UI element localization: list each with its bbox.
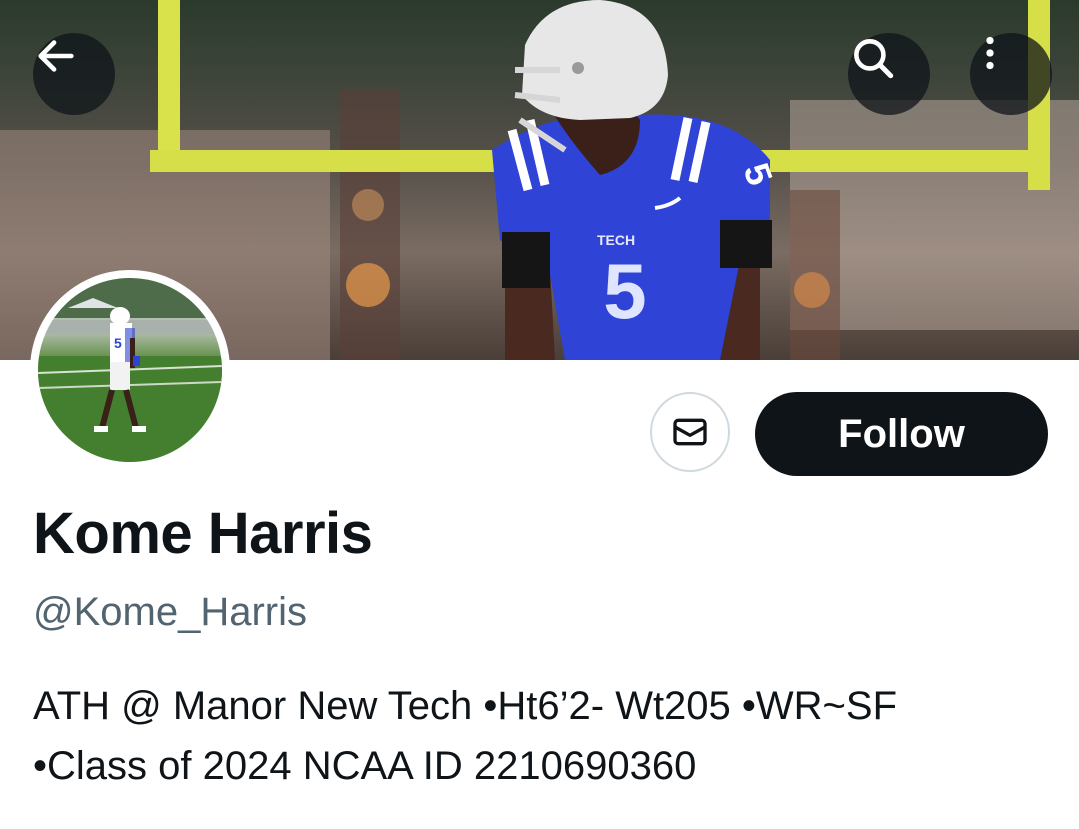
search-button[interactable]	[848, 33, 930, 115]
avatar[interactable]: 5	[30, 270, 230, 470]
follow-button[interactable]: Follow	[755, 392, 1048, 476]
avatar-image: 5	[38, 278, 222, 462]
jersey-text: TECH	[597, 232, 635, 248]
envelope-icon	[673, 418, 707, 446]
search-icon	[854, 39, 894, 79]
arrow-left-icon	[38, 40, 74, 72]
message-button[interactable]	[650, 392, 730, 472]
profile-handle: @Kome_Harris	[33, 590, 308, 634]
bio-line: ATH @ Manor New Tech •Ht6’2- Wt205 •WR~S…	[33, 684, 898, 728]
profile-bio: ATH @ Manor New Tech •Ht6’2- Wt205 •WR~S…	[33, 676, 1053, 796]
jersey-number: 5	[603, 247, 646, 335]
bio-line: •Class of 2024 NCAA ID 2210690360	[33, 744, 697, 788]
svg-text:5: 5	[114, 335, 122, 351]
back-button[interactable]	[33, 33, 115, 115]
more-vertical-icon	[986, 36, 994, 70]
profile-name: Kome Harris	[33, 501, 373, 566]
more-options-button[interactable]	[970, 33, 1052, 115]
